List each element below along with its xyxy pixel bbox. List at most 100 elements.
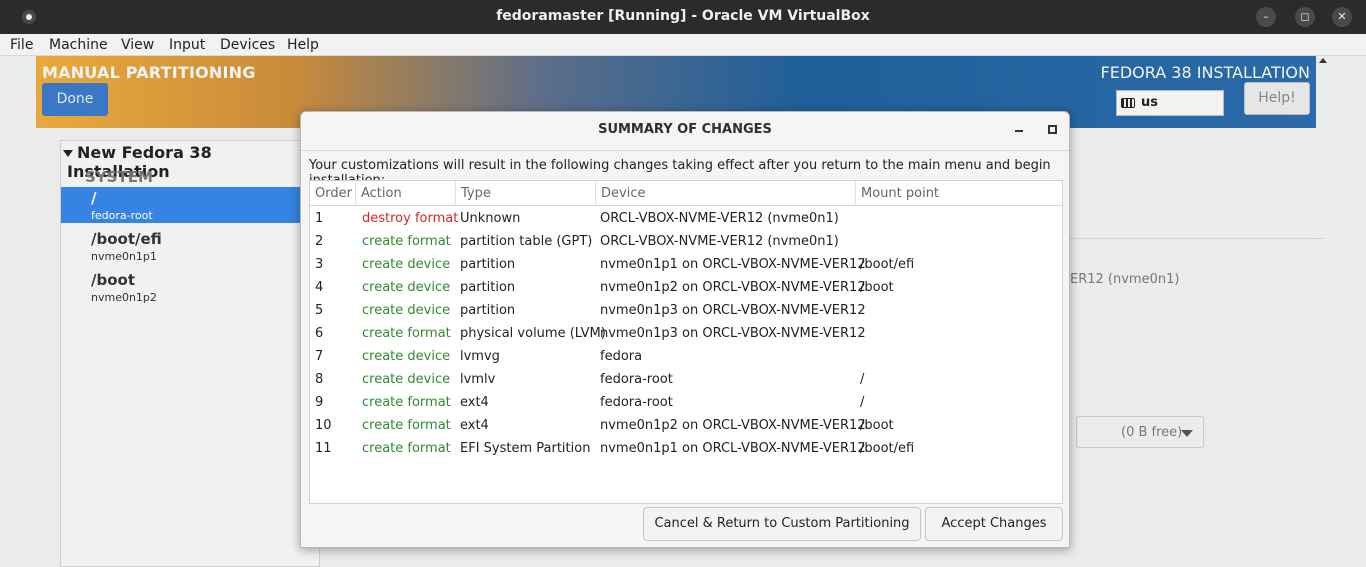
- column-header-order[interactable]: Order: [310, 181, 356, 206]
- device-label: fedora-root: [91, 209, 153, 222]
- device-cell: nvme0n1p1 on ORCL-VBOX-NVME-VER12: [600, 441, 866, 456]
- device-label: nvme0n1p2: [91, 291, 157, 304]
- help-button[interactable]: Help!: [1244, 82, 1310, 115]
- mount-item-boot[interactable]: /boot nvme0n1p2: [61, 269, 319, 305]
- mount-cell: /boot: [860, 418, 894, 433]
- volume-group-combo[interactable]: (0 B free): [1076, 416, 1204, 448]
- action-cell: create device: [362, 257, 451, 272]
- type-cell: partition: [460, 257, 516, 272]
- table-row[interactable]: 8 create device lvmlv fedora-root /: [310, 368, 1062, 391]
- table-row[interactable]: 9 create format ext4 fedora-root /: [310, 391, 1062, 414]
- table-row[interactable]: 3 create device partition nvme0n1p1 on O…: [310, 253, 1062, 276]
- mount-item-root[interactable]: / fedora-root: [61, 187, 319, 223]
- column-header-action[interactable]: Action: [356, 181, 456, 206]
- mount-point-label: /: [91, 189, 97, 207]
- table-header: Order Action Type Device Mount point: [310, 181, 1062, 206]
- cancel-return-button[interactable]: Cancel & Return to Custom Partitioning: [643, 507, 921, 541]
- type-cell: partition table (GPT): [460, 234, 593, 249]
- detail-divider: [1070, 238, 1324, 239]
- vm-right-margin: [1316, 56, 1366, 567]
- menubar: File Machine View Input Devices Help: [0, 34, 1366, 56]
- mount-point-label: /boot/efi: [91, 230, 162, 248]
- order-cell: 5: [315, 303, 324, 318]
- table-row[interactable]: 6 create format physical volume (LVM) nv…: [310, 322, 1062, 345]
- action-cell: create device: [362, 303, 451, 318]
- window-titlebar: fedoramaster [Running] - Oracle VM Virtu…: [0, 0, 1366, 34]
- device-hint: ER12 (nvme0n1): [1070, 272, 1180, 287]
- menu-machine[interactable]: Machine: [49, 37, 108, 53]
- mount-point-label: /boot: [91, 271, 135, 289]
- column-header-device[interactable]: Device: [596, 181, 856, 206]
- action-cell: create format: [362, 326, 451, 341]
- action-cell: create format: [362, 418, 451, 433]
- scroll-up-icon[interactable]: [1319, 58, 1327, 63]
- mount-item-boot-efi[interactable]: /boot/efi nvme0n1p1: [61, 228, 319, 264]
- order-cell: 2: [315, 234, 324, 249]
- menu-help[interactable]: Help: [287, 37, 319, 53]
- table-row[interactable]: 11 create format EFI System Partition nv…: [310, 437, 1062, 460]
- restore-window-button[interactable]: ◻: [1295, 7, 1315, 27]
- action-cell: create format: [362, 441, 451, 456]
- minimize-window-button[interactable]: –: [1256, 7, 1276, 27]
- menu-devices[interactable]: Devices: [220, 37, 275, 53]
- action-cell: create format: [362, 395, 451, 410]
- type-cell: ext4: [460, 395, 489, 410]
- order-cell: 8: [315, 372, 324, 387]
- menu-input[interactable]: Input: [169, 37, 205, 53]
- table-row[interactable]: 4 create device partition nvme0n1p2 on O…: [310, 276, 1062, 299]
- table-row[interactable]: 10 create format ext4 nvme0n1p2 on ORCL-…: [310, 414, 1062, 437]
- order-cell: 4: [315, 280, 324, 295]
- type-cell: EFI System Partition: [460, 441, 591, 456]
- mount-cell: /boot/efi: [860, 257, 915, 272]
- type-cell: partition: [460, 280, 516, 295]
- type-cell: Unknown: [460, 211, 521, 226]
- keyboard-layout-indicator[interactable]: us: [1116, 90, 1224, 116]
- dialog-header-divider: [301, 150, 1069, 151]
- table-row[interactable]: 7 create device lvmvg fedora: [310, 345, 1062, 368]
- menu-file[interactable]: File: [10, 37, 33, 53]
- type-cell: ext4: [460, 418, 489, 433]
- device-cell: nvme0n1p2 on ORCL-VBOX-NVME-VER12: [600, 418, 866, 433]
- table-row[interactable]: 2 create format partition table (GPT) OR…: [310, 230, 1062, 253]
- table-row[interactable]: 5 create device partition nvme0n1p3 on O…: [310, 299, 1062, 322]
- action-cell: create device: [362, 372, 451, 387]
- done-button[interactable]: Done: [42, 83, 108, 116]
- product-title: FEDORA 38 INSTALLATION: [1100, 63, 1310, 82]
- mount-cell: /boot/efi: [860, 441, 915, 456]
- changes-table: Order Action Type Device Mount point 1 d…: [309, 180, 1063, 504]
- device-cell: nvme0n1p2 on ORCL-VBOX-NVME-VER12: [600, 280, 866, 295]
- dialog-maximize-icon[interactable]: [1048, 125, 1057, 134]
- vm-left-margin: [0, 56, 36, 567]
- order-cell: 11: [315, 441, 332, 456]
- mount-cell: /: [860, 395, 865, 410]
- order-cell: 10: [315, 418, 332, 433]
- table-row[interactable]: 1 destroy format Unknown ORCL-VBOX-NVME-…: [310, 207, 1062, 230]
- column-header-type[interactable]: Type: [456, 181, 596, 206]
- action-cell: create device: [362, 280, 451, 295]
- window-title: fedoramaster [Running] - Oracle VM Virtu…: [496, 8, 870, 24]
- type-cell: lvmlv: [460, 372, 496, 387]
- mount-point-tree: New Fedora 38 Installation SYSTEM / fedo…: [60, 140, 320, 567]
- keyboard-icon: [1121, 98, 1135, 108]
- device-label: nvme0n1p1: [91, 250, 157, 263]
- summary-dialog: SUMMARY OF CHANGES Your customizations w…: [300, 111, 1070, 548]
- accept-changes-button[interactable]: Accept Changes: [925, 507, 1063, 541]
- order-cell: 7: [315, 349, 324, 364]
- device-cell: ORCL-VBOX-NVME-VER12 (nvme0n1): [600, 234, 839, 249]
- action-cell: destroy format: [362, 211, 459, 226]
- mount-cell: /boot: [860, 280, 894, 295]
- dialog-minimize-icon[interactable]: [1015, 130, 1023, 132]
- device-cell: nvme0n1p3 on ORCL-VBOX-NVME-VER12: [600, 326, 866, 341]
- dialog-title: SUMMARY OF CHANGES: [598, 122, 772, 137]
- device-cell: nvme0n1p3 on ORCL-VBOX-NVME-VER12: [600, 303, 866, 318]
- order-cell: 9: [315, 395, 324, 410]
- system-group-label: SYSTEM: [85, 168, 153, 186]
- type-cell: partition: [460, 303, 516, 318]
- device-cell: fedora-root: [600, 372, 673, 387]
- column-header-mount-point[interactable]: Mount point: [856, 181, 1062, 206]
- menu-view[interactable]: View: [121, 37, 154, 53]
- device-cell: nvme0n1p1 on ORCL-VBOX-NVME-VER12: [600, 257, 866, 272]
- close-window-button[interactable]: ✕: [1332, 7, 1352, 27]
- device-cell: ORCL-VBOX-NVME-VER12 (nvme0n1): [600, 211, 839, 226]
- device-cell: fedora: [600, 349, 643, 364]
